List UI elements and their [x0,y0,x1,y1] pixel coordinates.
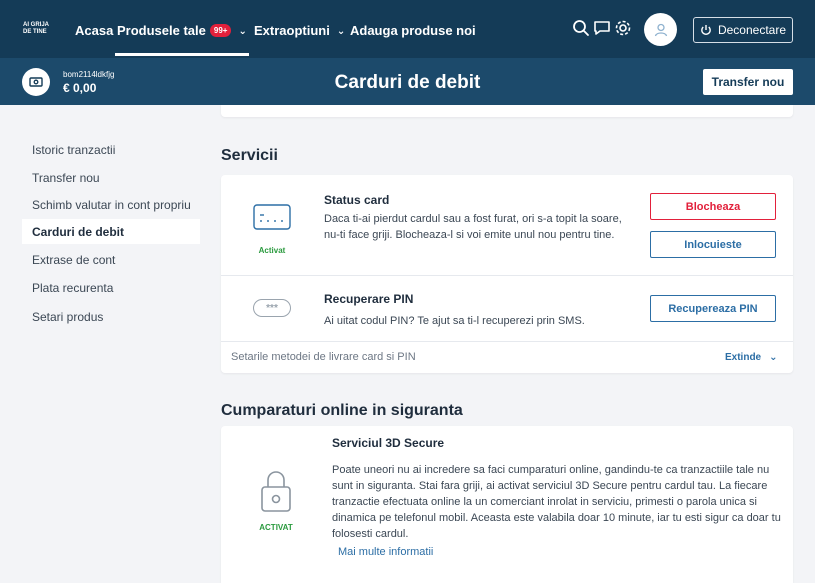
nav-add-products[interactable]: Adauga produse noi [350,23,476,38]
brand-logo[interactable]: AI GRIJA DE TINE [23,22,55,36]
status-card-description: Daca ti-ai pierdut cardul sau a fost fur… [324,213,622,241]
transfer-new-button[interactable]: Transfer nou [703,69,793,95]
services-card: Activat Status card Daca ti-ai pierdut c… [221,175,793,373]
recover-pin-button[interactable]: Recupereaza PIN [650,295,776,322]
delivery-settings-text: Setarile metodei de livrare card si PIN [231,351,416,363]
chevron-down-icon: ⌄ [238,26,247,37]
expand-link[interactable]: Extinde ⌄ [725,352,778,363]
secure3d-title: Serviciul 3D Secure [332,436,445,450]
sidebar-item-debit-cards[interactable]: Carduri de debit [22,219,200,244]
sidebar-item-settings[interactable]: Setari produs [22,304,200,329]
nav-active-indicator [115,53,249,56]
replace-card-button[interactable]: Inlocuieste [650,231,776,258]
block-card-button[interactable]: Blocheaza [650,193,776,220]
nav-extras-label: Extraoptiuni [254,23,330,38]
pin-description: Ai uitat codul PIN? Te ajut sa ti-l recu… [324,315,585,327]
services-section-title: Servicii [221,147,278,164]
expand-label: Extinde [725,352,762,363]
pin-title: Recuperare PIN [324,292,414,306]
gear-icon[interactable] [614,19,632,37]
chat-icon[interactable] [593,19,611,37]
status-card-title: Status card [324,193,390,207]
nav-products-label: Produsele tale [117,23,206,38]
card-icon [253,204,291,230]
divider [221,275,793,276]
lock-icon [261,471,291,512]
search-icon[interactable] [572,19,590,37]
secure3d-card: ACTIVAT Serviciul 3D Secure Poate uneori… [221,426,793,583]
sidebar-item-exchange[interactable]: Schimb valutar in cont propriu [22,192,200,217]
avatar[interactable] [644,13,677,46]
logout-label: Deconectare [717,23,787,37]
notification-badge: 99+ [209,24,232,37]
secure3d-status-label: ACTIVAT [259,523,293,532]
card-panel [221,105,793,117]
sidebar-item-recurring[interactable]: Plata recurenta [22,275,200,300]
power-icon [701,25,711,36]
divider [221,341,793,342]
sidebar-item-history[interactable]: Istoric tranzactii [22,137,200,162]
user-icon [654,23,667,36]
chevron-down-icon: ⌄ [336,26,346,37]
page-title: Carduri de debit [334,72,481,93]
pin-icon: *** [253,299,291,317]
more-info-link[interactable]: Mai multe informatii [338,544,433,560]
sidebar-item-transfer[interactable]: Transfer nou [22,165,200,190]
nav-products[interactable]: Produsele tale 99+ ⌄ [117,23,247,38]
secure3d-description: Poate uneori nu ai incredere sa faci cum… [332,464,781,540]
sidebar-item-statements[interactable]: Extrase de cont [22,247,200,272]
card-status-label: Activat [258,246,286,255]
nav-home[interactable]: Acasa [75,23,113,38]
top-nav: AI GRIJA DE TINE Acasa Produsele tale 99+… [0,0,815,58]
nav-extras[interactable]: Extraoptiuni ⌄ [254,23,345,38]
chevron-down-icon: ⌄ [769,352,778,363]
logout-button[interactable]: Deconectare [693,17,793,43]
online-section-title: Cumparaturi online in siguranta [221,402,463,419]
